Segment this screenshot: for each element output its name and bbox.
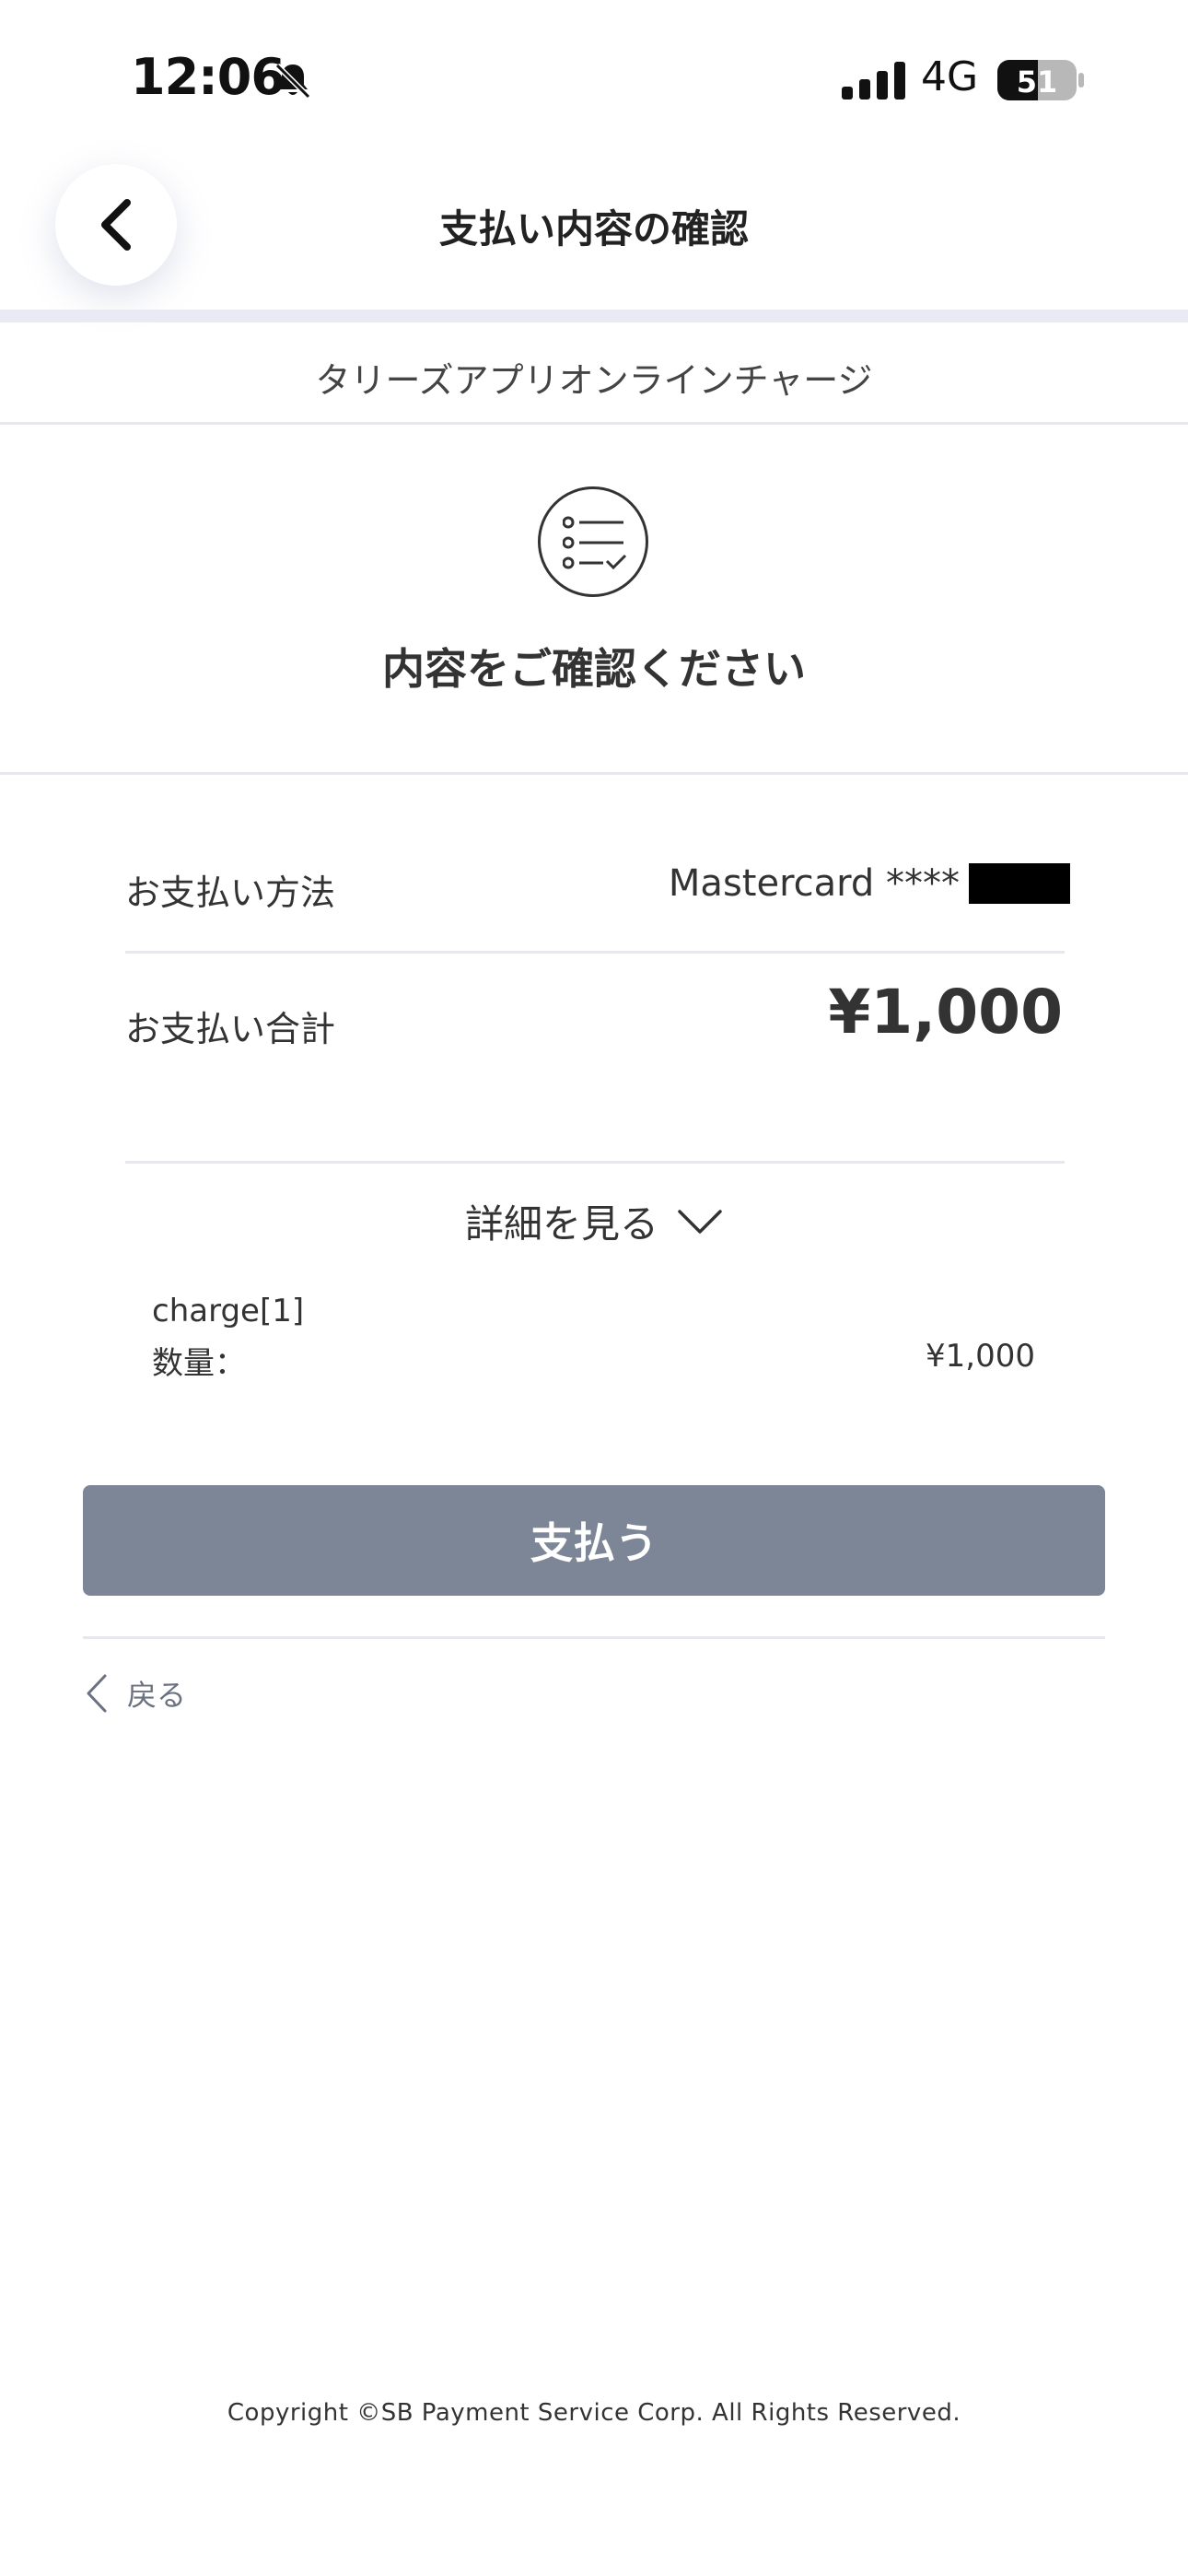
payment-method-label: お支払い方法: [125, 872, 336, 913]
redacted-card-digits: [969, 863, 1070, 904]
divider: [0, 422, 1188, 425]
item-quantity-label: 数量：: [152, 1345, 246, 1382]
battery-level: 51: [1017, 64, 1058, 100]
chevron-left-icon: [87, 1674, 107, 1713]
back-link-label: 戻る: [127, 1678, 187, 1713]
chevron-down-icon: [678, 1209, 722, 1234]
details-toggle-label: 詳細を見る: [464, 1201, 658, 1247]
item-price: ¥1,000: [926, 1338, 1035, 1375]
pay-button[interactable]: 支払う: [83, 1485, 1105, 1596]
network-type: 4G: [921, 53, 979, 100]
total-label: お支払い合計: [125, 1009, 336, 1049]
divider: [0, 772, 1188, 775]
confirm-heading: 内容をご確認ください: [382, 644, 806, 694]
row-divider: [125, 1161, 1065, 1164]
copyright: Copyright ©SB Payment Service Corp. All …: [227, 2399, 961, 2427]
item-name: charge[1]: [152, 1293, 305, 1329]
signal-icon: [842, 61, 906, 100]
row-divider: [125, 951, 1065, 954]
payment-method-value: Mastercard ****: [669, 862, 1070, 905]
page-title: 支払い内容の確認: [438, 206, 749, 252]
checklist-icon: [538, 486, 648, 597]
merchant-name: タリーズアプリオンラインチャージ: [315, 360, 873, 401]
back-link[interactable]: 戻る: [85, 1672, 186, 1715]
details-toggle[interactable]: 詳細を見る: [0, 1193, 1188, 1249]
battery-icon: 51: [996, 59, 1085, 101]
status-time: 12:06: [131, 48, 285, 106]
divider: [83, 1636, 1105, 1639]
card-label: Mastercard ****: [668, 862, 960, 905]
total-amount: ¥1,000: [828, 977, 1063, 1048]
header-band: [0, 310, 1188, 322]
bell-muted-icon: [273, 61, 313, 101]
